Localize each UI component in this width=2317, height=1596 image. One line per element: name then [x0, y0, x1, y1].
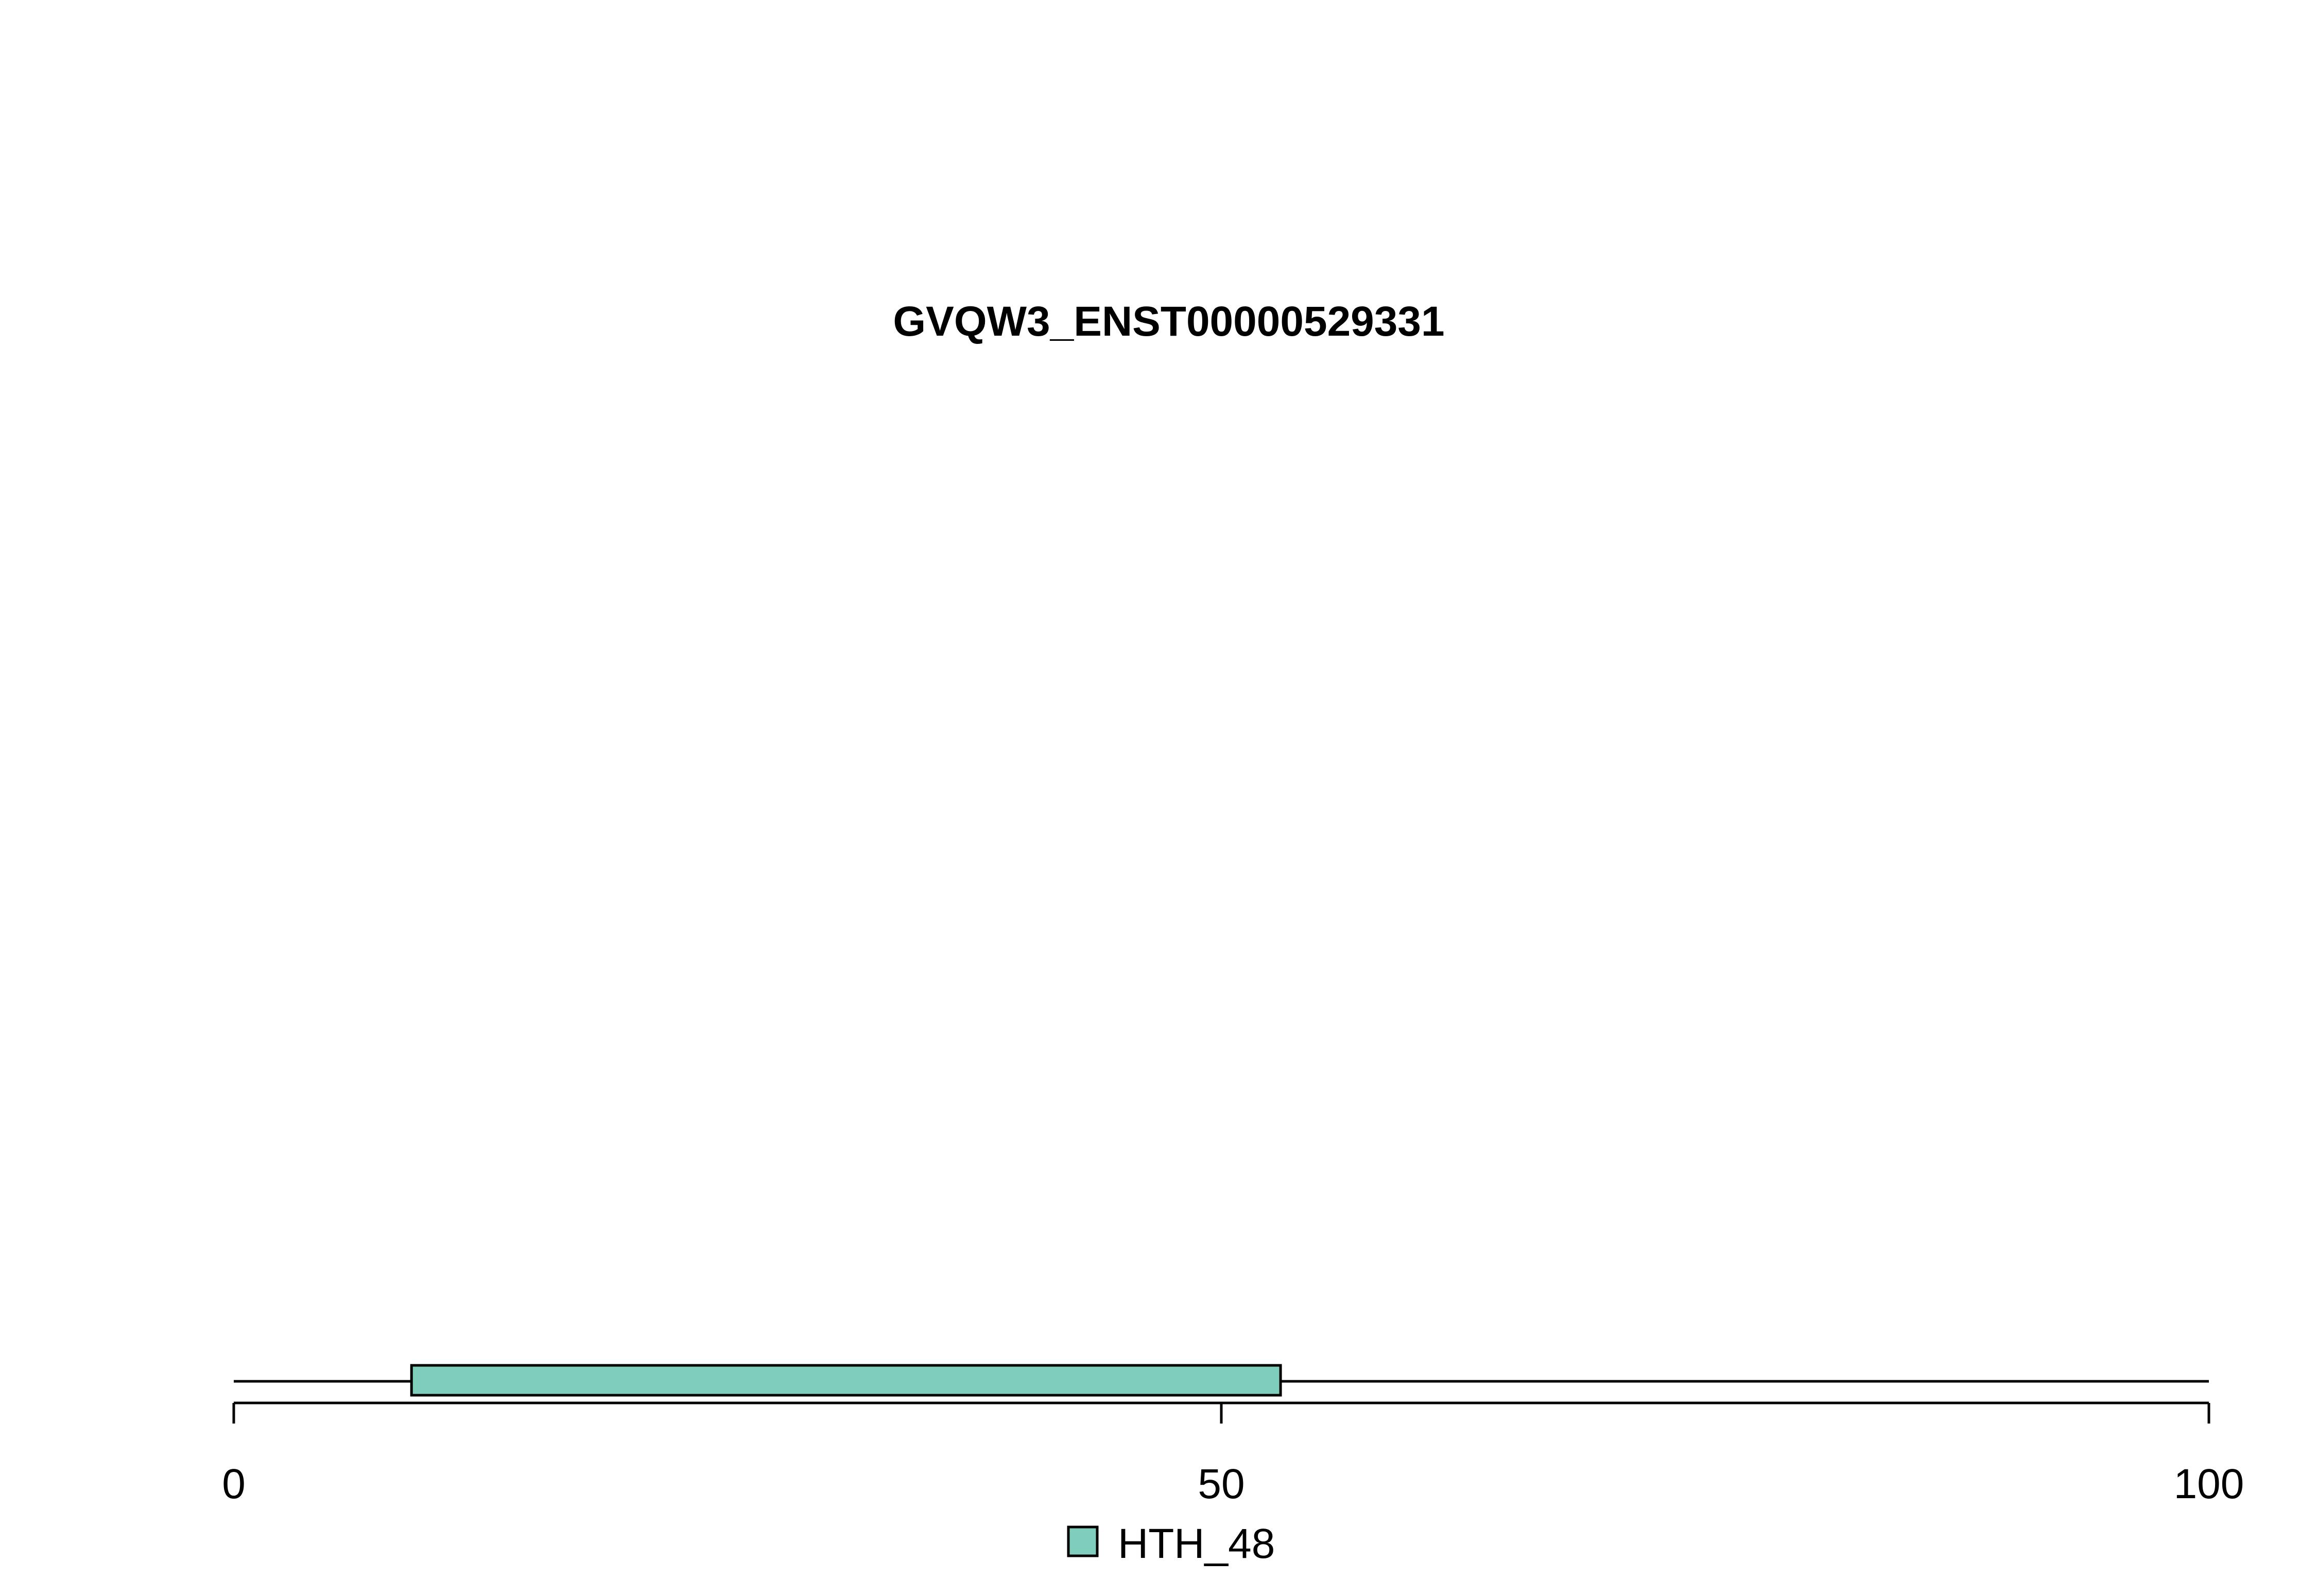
legend: HTH_48 — [1067, 1520, 1275, 1567]
axis-tick-label-100: 100 — [2174, 1461, 2244, 1507]
legend-swatch — [1067, 1525, 1099, 1557]
axis-tick-label-50: 50 — [1198, 1461, 1244, 1507]
axis-ticks: 0 50 100 — [222, 1403, 2244, 1507]
legend-label: HTH_48 — [1118, 1520, 1275, 1567]
axis-tick-label-0: 0 — [222, 1461, 246, 1507]
position-axis: 0 50 100 — [222, 1401, 2244, 1507]
protein-domain-figure: GVQW3_ENST00000529331 0 50 100 HTH_48 — [222, 298, 2244, 1567]
domain-box-hth-48 — [410, 1364, 1282, 1397]
domain-layer — [410, 1364, 1282, 1397]
figure-title: GVQW3_ENST00000529331 — [893, 298, 1444, 345]
